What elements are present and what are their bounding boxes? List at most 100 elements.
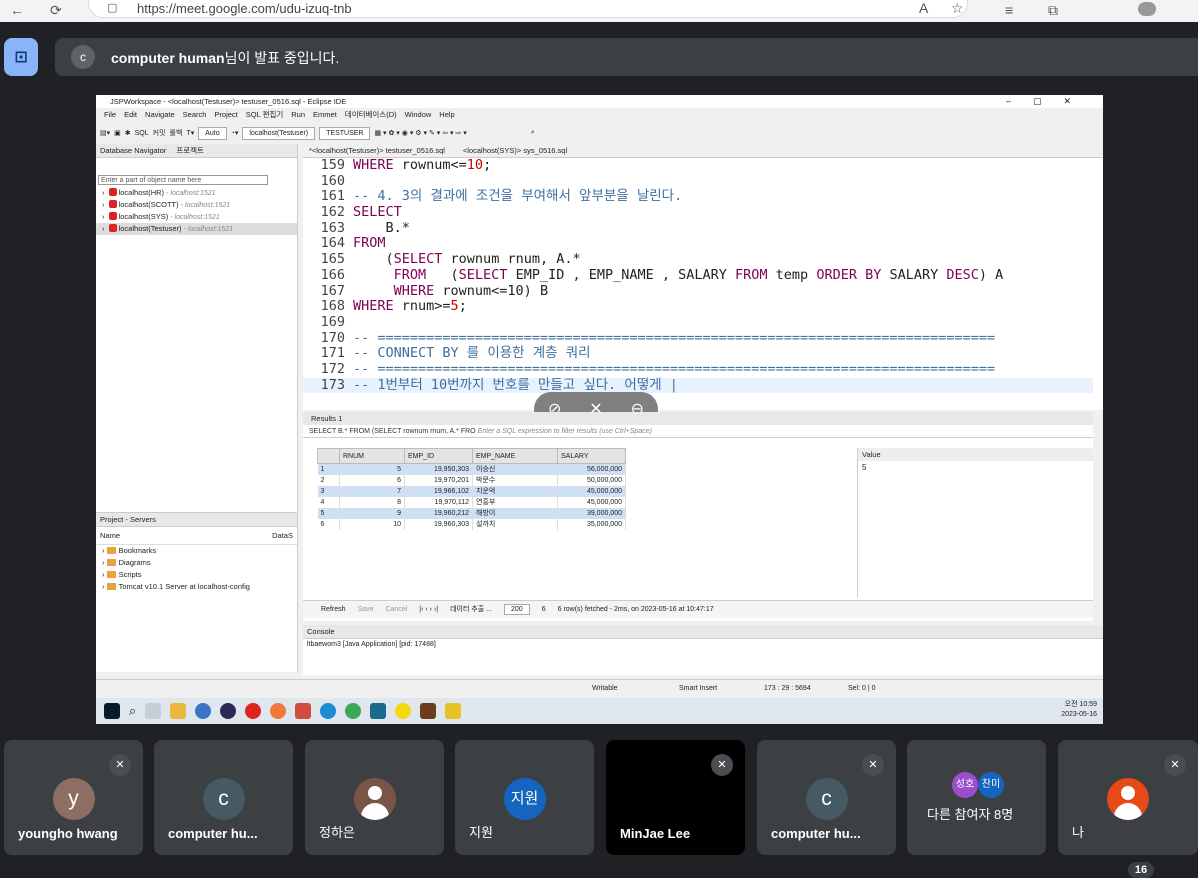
refresh-icon[interactable]: ⟳ xyxy=(50,2,62,19)
participant-tile[interactable]: 지원 지원 xyxy=(455,740,594,855)
table-cell[interactable]: 6 xyxy=(339,474,405,486)
table-cell[interactable]: 지운억 xyxy=(472,485,558,497)
code-line[interactable]: 171 -- CONNECT BY 를 이용한 계층 쿼리 xyxy=(303,346,1093,362)
commit-button[interactable]: 커밋 xyxy=(153,128,166,138)
edge-icon[interactable] xyxy=(320,703,337,719)
code-line[interactable]: 165 (SELECT rownum rnum, A.* xyxy=(303,251,1093,268)
menu-navigate[interactable]: Navigate xyxy=(141,108,179,121)
menu-database[interactable]: 데이터베이스(D) xyxy=(341,108,401,121)
globe-icon[interactable] xyxy=(195,703,212,719)
chrome-icon[interactable] xyxy=(345,703,362,719)
new-icon[interactable]: ▤▾ xyxy=(100,129,110,137)
column-header-rnum[interactable]: RNUM xyxy=(339,448,405,464)
connection-testuser[interactable]: › localhost(Testuser) - localhost:1521 xyxy=(96,223,297,235)
others-tile[interactable]: 성호 찬미 다른 참여자 8명 xyxy=(907,740,1046,855)
export-button[interactable]: 데이터 추출 ... xyxy=(450,601,492,618)
participant-tile[interactable]: ✕ y youngho hwang xyxy=(4,740,143,855)
rollback-button[interactable]: 롤백 xyxy=(170,128,183,138)
value-panel-title[interactable]: Value xyxy=(858,448,1093,461)
table-cell[interactable]: 19,950,303 xyxy=(404,463,473,475)
code-line[interactable]: 161 -- 4. 3의 결과에 조건을 부여해서 앞부분을 날린다. xyxy=(303,189,1093,205)
collections-icon[interactable]: ⧉ xyxy=(1048,2,1058,19)
table-cell[interactable]: 50,000,000 xyxy=(557,474,626,486)
menu-run[interactable]: Run xyxy=(287,108,309,121)
participant-count-badge[interactable]: 16 xyxy=(1128,862,1154,878)
kakaotalk-icon[interactable] xyxy=(395,703,412,719)
column-header-emp-id[interactable]: EMP_ID xyxy=(404,448,473,464)
column-header-emp-name[interactable]: EMP_NAME xyxy=(472,448,558,464)
menu-window[interactable]: Window xyxy=(401,108,436,121)
table-row[interactable]: 3 7 19,966,102 지운억 45,000,000 xyxy=(317,485,626,497)
menu-help[interactable]: Help xyxy=(435,108,458,121)
code-line[interactable]: 159 WHERE rownum<=10; xyxy=(303,157,1093,174)
table-row[interactable]: 4 8 19,970,112 연흥부 45,000,000 xyxy=(317,496,626,508)
app-icon[interactable] xyxy=(420,703,437,719)
history-icon[interactable]: ◔▾ xyxy=(231,129,239,137)
table-cell[interactable]: 이승신 xyxy=(472,463,558,475)
table-cell[interactable]: 19,960,303 xyxy=(404,518,473,530)
servers-item[interactable]: › Bookmarks xyxy=(96,545,297,557)
sql-button[interactable]: SQL xyxy=(135,130,149,137)
tab-project[interactable]: 프로젝트 xyxy=(176,144,204,157)
results-filter-input[interactable]: Enter a SQL expression to filter results… xyxy=(478,428,652,435)
code-line[interactable]: 167 WHERE rownum<=10) B xyxy=(303,283,1093,300)
fetch-size-input[interactable]: 200 xyxy=(504,604,530,615)
schema-selector[interactable]: TESTUSER xyxy=(319,126,371,140)
save-icon[interactable]: ▣ xyxy=(114,129,121,137)
participant-tile[interactable]: ✕ MinJae Lee xyxy=(606,740,745,855)
dbeaver-icon[interactable] xyxy=(295,703,312,719)
servers-item[interactable]: › Diagrams xyxy=(96,557,297,569)
table-cell[interactable]: 연흥부 xyxy=(472,496,558,508)
code-line[interactable]: 163 B.* xyxy=(303,220,1093,237)
tab-results[interactable]: Results 1 xyxy=(303,412,1093,425)
table-cell[interactable]: 19,970,112 xyxy=(404,496,473,508)
back-icon[interactable]: ← xyxy=(10,2,24,18)
refresh-button[interactable]: Refresh xyxy=(321,601,346,618)
connection-selector[interactable]: localhost(Testuser) xyxy=(242,126,316,140)
table-cell[interactable]: 8 xyxy=(339,496,405,508)
profile-icon[interactable] xyxy=(1138,2,1156,16)
search-icon[interactable]: ⌕ xyxy=(129,703,136,719)
pager-icons[interactable]: |‹ ‹ › ›| xyxy=(419,601,438,618)
table-row[interactable]: 5 9 19,960,212 해방이 39,000,000 xyxy=(317,507,626,519)
firefox-icon[interactable] xyxy=(270,703,287,719)
save-button[interactable]: Save xyxy=(358,601,374,618)
column-header-salary[interactable]: SALARY xyxy=(557,448,626,464)
table-cell[interactable]: 10 xyxy=(339,518,405,530)
table-cell[interactable]: 해방이 xyxy=(472,507,558,519)
table-cell[interactable]: 19,970,201 xyxy=(404,474,473,486)
table-cell[interactable]: 45,000,000 xyxy=(557,485,626,497)
table-row[interactable]: 6 10 19,960,303 설까치 35,000,000 xyxy=(317,518,626,530)
app-icon[interactable] xyxy=(445,703,462,719)
code-line[interactable]: 168 WHERE rnum>=5; xyxy=(303,298,1093,315)
code-line[interactable]: 169 xyxy=(303,314,1093,331)
self-tile[interactable]: ✕ 나 xyxy=(1058,740,1198,855)
tab-sys-sql[interactable]: <localhost(SYS)> sys_0516.sql xyxy=(463,144,567,157)
connection-hr[interactable]: › localhost(HR) - localhost:1521 xyxy=(96,187,297,199)
cancel-button[interactable]: Cancel xyxy=(385,601,407,618)
connection-sys[interactable]: › localhost(SYS) - localhost:1521 xyxy=(96,211,297,223)
favorites-icon[interactable]: ≡ xyxy=(1005,2,1013,18)
participant-tile[interactable]: 정하은 xyxy=(305,740,444,855)
table-cell[interactable]: 39,000,000 xyxy=(557,507,626,519)
menu-sql-editor[interactable]: SQL 편집기 xyxy=(242,108,288,121)
participant-tile[interactable]: c computer hu... xyxy=(154,740,293,855)
address-bar[interactable]: ▢ https://meet.google.com/udu-izuq-tnb A… xyxy=(88,0,968,18)
table-cell[interactable]: 9 xyxy=(339,507,405,519)
code-line[interactable]: 164 FROM xyxy=(303,236,1093,252)
code-line[interactable]: 170 -- ==================================… xyxy=(303,330,1093,347)
table-cell[interactable]: 19,960,212 xyxy=(404,507,473,519)
debug-icon[interactable]: ✱ xyxy=(125,129,131,137)
table-cell[interactable]: 45,000,000 xyxy=(557,496,626,508)
menu-emmet[interactable]: Emmet xyxy=(309,108,341,121)
code-line[interactable]: 162 SELECT xyxy=(303,204,1093,221)
taskbar-clock[interactable]: 오전 10:59 2023-05-16 xyxy=(1061,700,1097,720)
menu-edit[interactable]: Edit xyxy=(120,108,141,121)
servers-item[interactable]: › Scripts xyxy=(96,569,297,581)
tab-testuser-sql[interactable]: *<localhost(Testuser)> testuser_0516.sql xyxy=(309,144,445,157)
table-cell[interactable]: 설까치 xyxy=(472,518,558,530)
tab-console[interactable]: Console xyxy=(307,625,335,638)
table-cell[interactable]: 박문수 xyxy=(472,474,558,486)
connection-scott[interactable]: › localhost(SCOTT) - localhost:1521 xyxy=(96,199,297,211)
code-line[interactable]: 173 -- 1번부터 10번까지 번호를 만들고 싶다. 어떻게 | xyxy=(303,377,1093,394)
